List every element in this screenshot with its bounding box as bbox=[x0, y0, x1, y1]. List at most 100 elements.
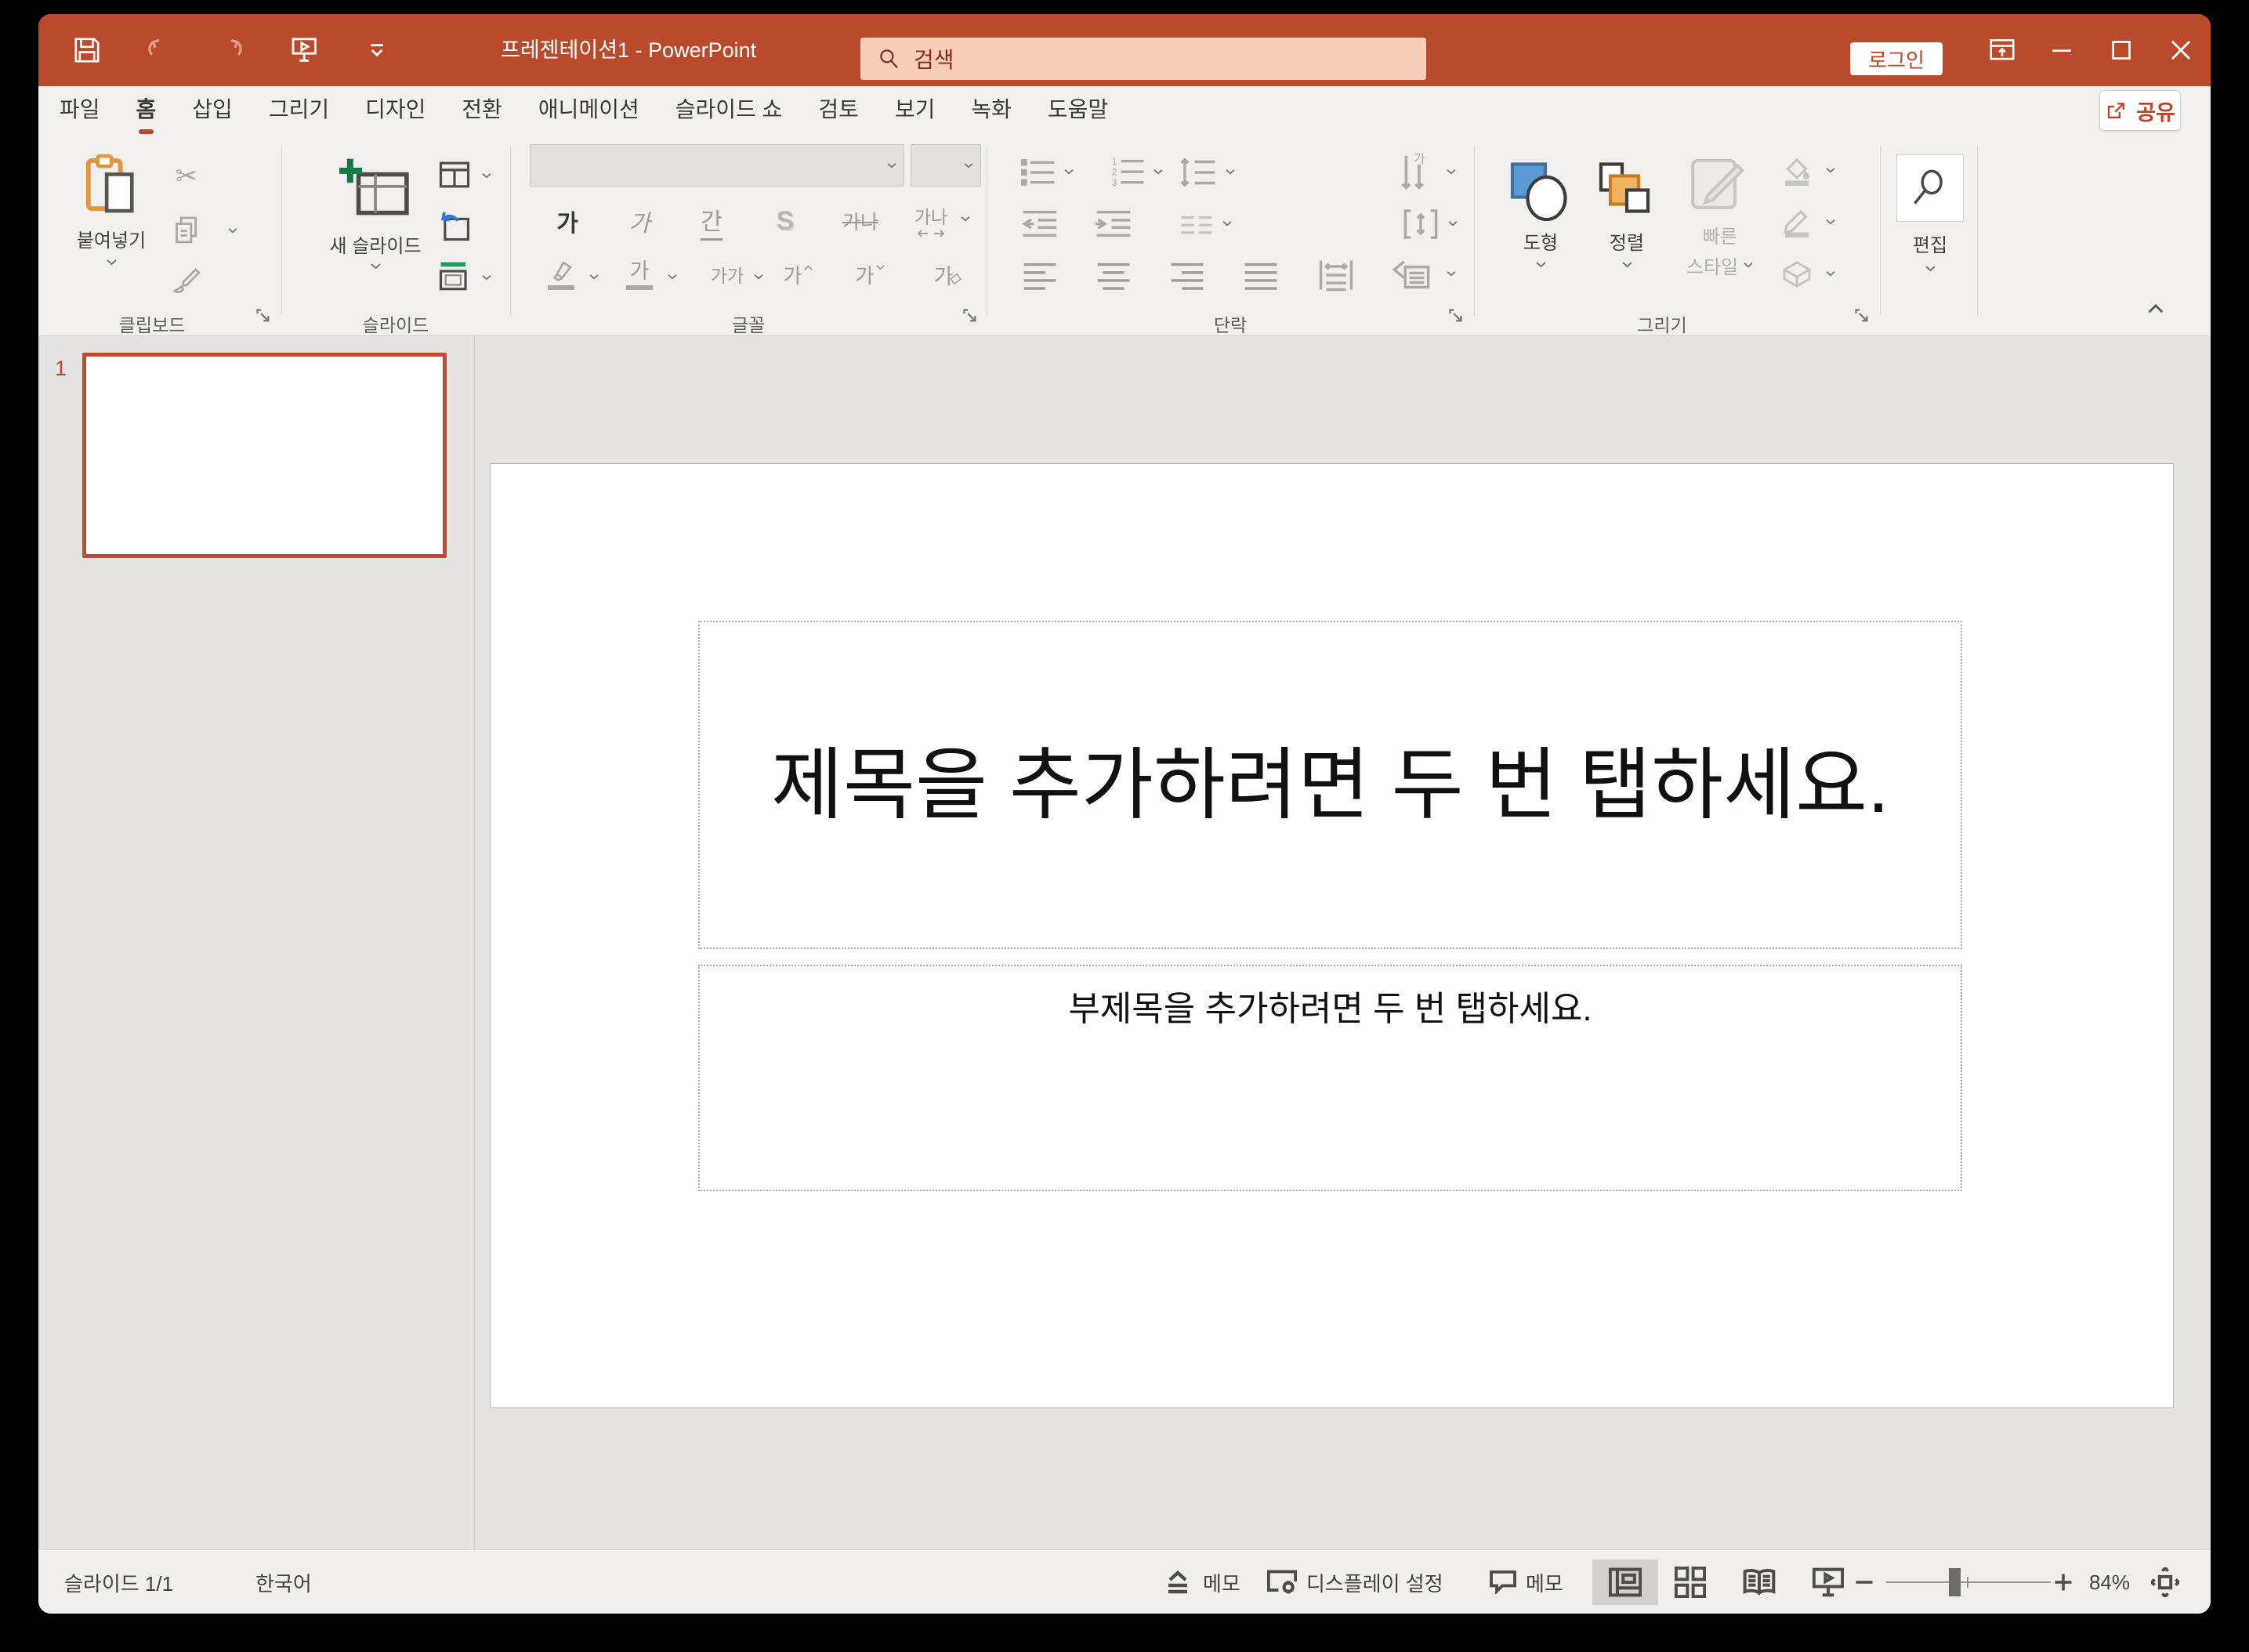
italic-button[interactable]: 가 bbox=[620, 201, 659, 241]
share-button[interactable]: 공유 bbox=[2099, 90, 2181, 131]
display-settings-button[interactable]: 디스플레이 설정 bbox=[1267, 1550, 1443, 1614]
tab-slideshow[interactable]: 슬라이드 쇼 bbox=[657, 86, 801, 136]
reset-slide-button[interactable] bbox=[436, 208, 473, 245]
text-shadow-button[interactable]: S bbox=[766, 201, 805, 241]
normal-view-button[interactable] bbox=[1592, 1560, 1658, 1605]
font-size-combo[interactable] bbox=[911, 144, 981, 187]
fit-slide-to-window-button[interactable] bbox=[2151, 1550, 2179, 1614]
font-dialog-launcher[interactable] bbox=[963, 309, 980, 326]
font-color-button[interactable]: 가 bbox=[620, 252, 659, 298]
section-dropdown[interactable] bbox=[477, 268, 496, 287]
numbering-button[interactable]: 123 bbox=[1107, 154, 1148, 191]
language-indicator[interactable]: 한국어 bbox=[255, 1550, 312, 1614]
collapse-ribbon-button[interactable] bbox=[2142, 298, 2170, 320]
slideshow-view-button[interactable] bbox=[1795, 1560, 1861, 1605]
change-case-dropdown[interactable] bbox=[750, 268, 767, 285]
align-text-dropdown[interactable] bbox=[1444, 215, 1461, 232]
decrease-indent-button[interactable] bbox=[1019, 205, 1060, 243]
tab-review[interactable]: 검토 bbox=[800, 86, 877, 136]
notes-toggle[interactable]: 메모 bbox=[1167, 1550, 1240, 1614]
zoom-in-button[interactable] bbox=[2052, 1550, 2074, 1614]
align-text-button[interactable] bbox=[1399, 205, 1443, 243]
align-center-button[interactable] bbox=[1093, 257, 1134, 295]
line-spacing-dropdown[interactable] bbox=[1222, 163, 1239, 180]
columns-dropdown[interactable] bbox=[1219, 215, 1236, 232]
convert-to-smartart-button[interactable] bbox=[1388, 254, 1435, 296]
ribbon-display-options-button[interactable] bbox=[1985, 33, 2019, 67]
tab-view[interactable]: 보기 bbox=[877, 86, 954, 136]
zoom-slider-track[interactable] bbox=[1886, 1581, 2051, 1583]
save-button[interactable] bbox=[71, 34, 103, 66]
bold-button[interactable]: 가 bbox=[548, 201, 587, 241]
tab-draw[interactable]: 그리기 bbox=[251, 86, 347, 136]
quick-styles-button[interactable]: 빠른 스타일 bbox=[1673, 144, 1767, 290]
slide-layout-button[interactable] bbox=[436, 157, 473, 193]
cut-button[interactable]: ✂ bbox=[168, 158, 205, 194]
highlight-button[interactable] bbox=[540, 254, 582, 296]
tab-insert[interactable]: 삽입 bbox=[174, 86, 251, 136]
distribute-columns-button[interactable] bbox=[1314, 254, 1358, 296]
zoom-out-button[interactable] bbox=[1853, 1550, 1875, 1614]
zoom-level[interactable]: 84% bbox=[2082, 1550, 2137, 1614]
title-placeholder[interactable]: 제목을 추가하려면 두 번 탭하세요. bbox=[698, 621, 1962, 949]
character-spacing-button[interactable]: 가나 bbox=[904, 194, 958, 246]
reading-view-button[interactable] bbox=[1726, 1560, 1792, 1605]
tab-design[interactable]: 디자인 bbox=[347, 86, 444, 136]
tab-help[interactable]: 도움말 bbox=[1030, 86, 1126, 136]
layout-dropdown[interactable] bbox=[477, 166, 496, 185]
zoom-slider-thumb[interactable] bbox=[1949, 1568, 1961, 1596]
increase-indent-button[interactable] bbox=[1093, 205, 1134, 243]
text-direction-button[interactable]: 가 bbox=[1396, 150, 1443, 194]
redo-button[interactable] bbox=[215, 34, 247, 66]
shape-outline-button[interactable] bbox=[1776, 204, 1817, 241]
slide-thumbnail[interactable] bbox=[82, 353, 447, 558]
change-case-button[interactable]: 가가 bbox=[701, 254, 753, 295]
shape-effects-button[interactable] bbox=[1776, 255, 1817, 293]
editing-button[interactable]: 편집 bbox=[1892, 144, 1968, 282]
clipboard-dialog-launcher[interactable] bbox=[256, 309, 273, 326]
bullets-dropdown[interactable] bbox=[1060, 163, 1077, 180]
align-right-button[interactable] bbox=[1167, 257, 1208, 295]
strikethrough-button[interactable]: 가나 bbox=[833, 201, 888, 241]
slide-canvas[interactable]: 제목을 추가하려면 두 번 탭하세요. 부제목을 추가하려면 두 번 탭하세요. bbox=[490, 463, 2174, 1408]
close-button[interactable] bbox=[2164, 33, 2198, 67]
font-name-combo[interactable] bbox=[530, 144, 904, 187]
search-input[interactable]: 검색 bbox=[860, 38, 1426, 80]
numbering-dropdown[interactable] bbox=[1150, 163, 1167, 180]
clear-formatting-button[interactable]: 가 bbox=[927, 254, 971, 295]
undo-button[interactable] bbox=[143, 34, 175, 66]
slide-indicator[interactable]: 슬라이드 1/1 bbox=[64, 1550, 173, 1614]
copy-dropdown[interactable] bbox=[223, 221, 242, 240]
tab-file[interactable]: 파일 bbox=[42, 86, 118, 136]
copy-button[interactable] bbox=[168, 212, 205, 248]
highlight-dropdown[interactable] bbox=[585, 268, 603, 285]
character-spacing-dropdown[interactable] bbox=[957, 210, 974, 227]
shapes-button[interactable]: 도형 bbox=[1498, 147, 1584, 282]
tab-animations[interactable]: 애니메이션 bbox=[520, 86, 657, 136]
maximize-button[interactable] bbox=[2104, 33, 2139, 67]
comments-button[interactable]: 메모 bbox=[1490, 1550, 1563, 1614]
new-slide-button[interactable]: 새 슬라이드 bbox=[297, 147, 454, 279]
subtitle-placeholder[interactable]: 부제목을 추가하려면 두 번 탭하세요. bbox=[698, 965, 1962, 1191]
decrease-font-size-button[interactable]: 가 bbox=[850, 254, 891, 295]
justify-button[interactable] bbox=[1240, 257, 1281, 295]
tab-home[interactable]: 홈 bbox=[118, 86, 175, 136]
section-button[interactable] bbox=[436, 259, 473, 295]
underline-button[interactable]: 간 bbox=[692, 201, 731, 241]
shape-fill-button[interactable] bbox=[1776, 152, 1817, 190]
font-color-dropdown[interactable] bbox=[664, 268, 681, 285]
tab-transitions[interactable]: 전환 bbox=[444, 86, 520, 136]
drawing-dialog-launcher[interactable] bbox=[1855, 309, 1872, 326]
bullets-button[interactable] bbox=[1018, 154, 1059, 191]
slide-thumbnail-panel[interactable]: 1 bbox=[38, 336, 475, 1549]
columns-button[interactable] bbox=[1176, 208, 1217, 243]
tab-record[interactable]: 녹화 bbox=[953, 86, 1030, 136]
align-left-button[interactable] bbox=[1019, 257, 1060, 295]
customize-qat-button[interactable] bbox=[361, 34, 393, 66]
shape-outline-dropdown[interactable] bbox=[1822, 213, 1839, 230]
increase-font-size-button[interactable]: 가 bbox=[778, 254, 819, 295]
smartart-dropdown[interactable] bbox=[1443, 265, 1460, 282]
paragraph-dialog-launcher[interactable] bbox=[1449, 309, 1466, 326]
format-painter-button[interactable] bbox=[168, 263, 205, 299]
minimize-button[interactable] bbox=[2044, 33, 2079, 67]
